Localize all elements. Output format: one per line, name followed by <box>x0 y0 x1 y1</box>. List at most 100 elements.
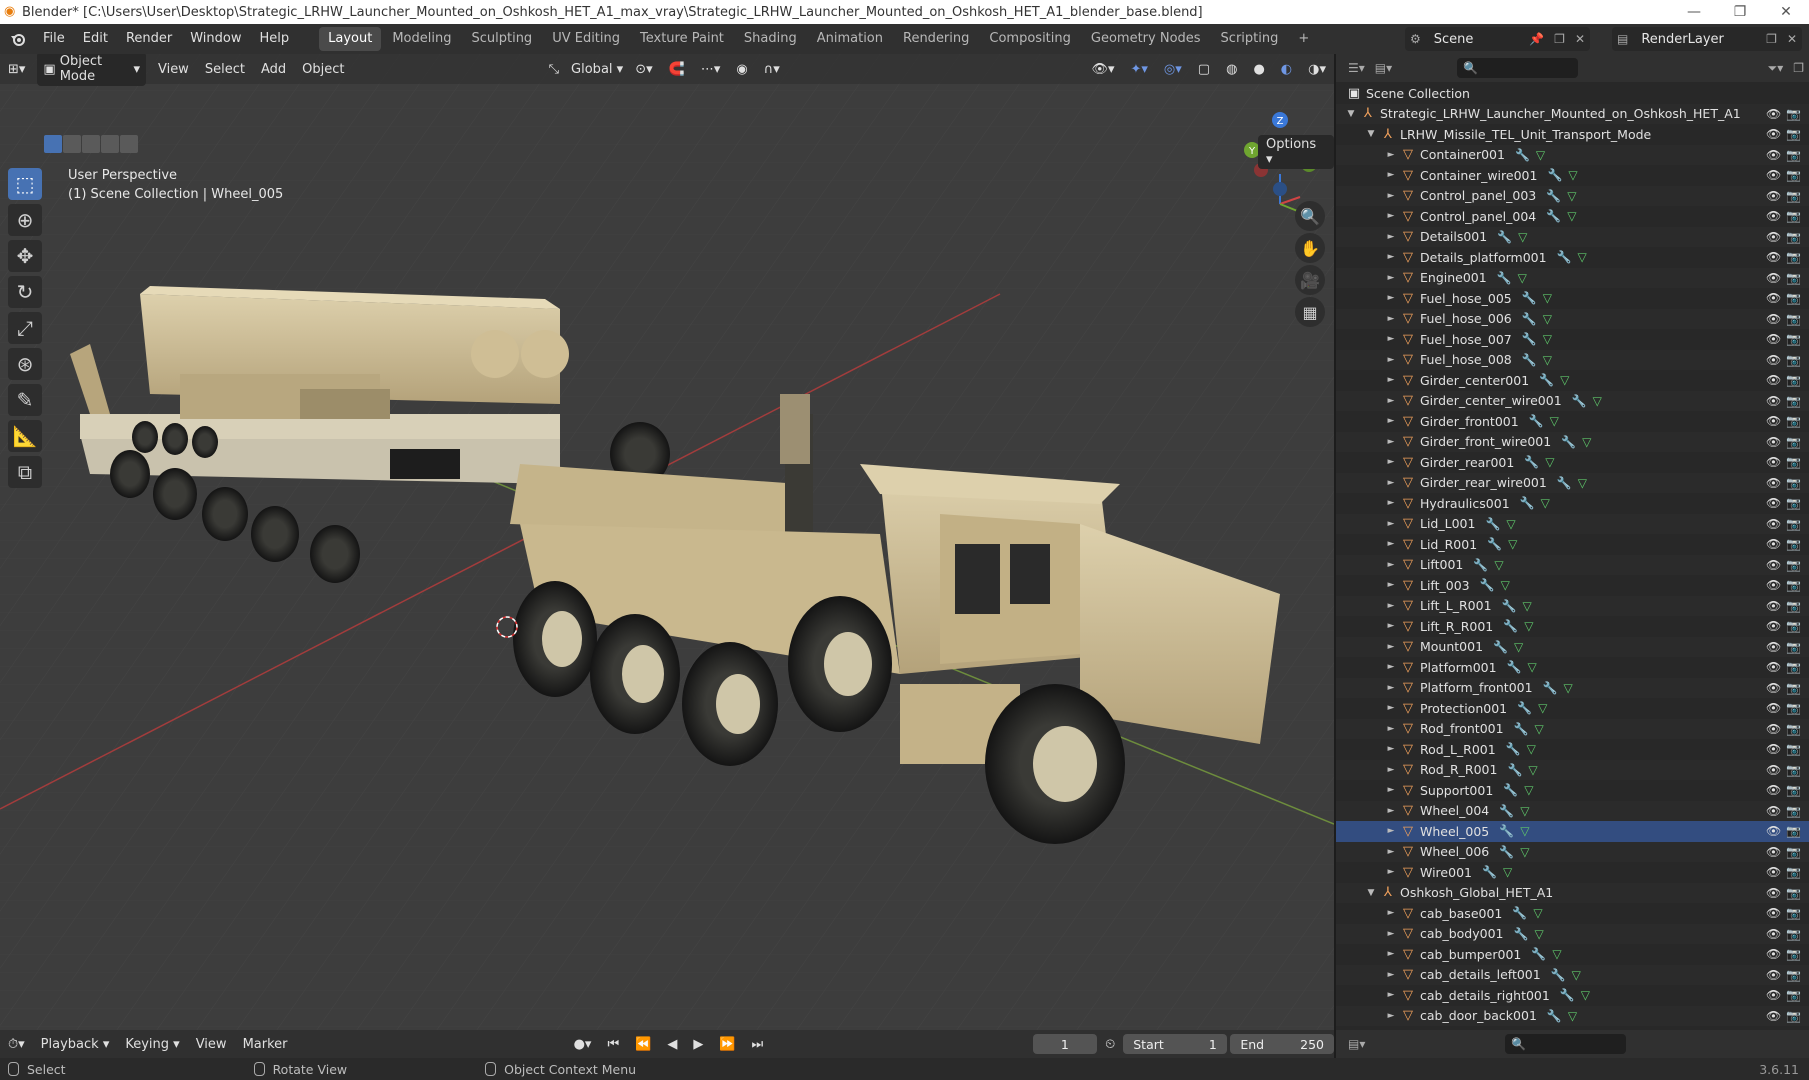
outliner-object-row[interactable]: ► ▽ cab_bumper001 🔧 ▽ 👁 📷 <box>1336 944 1809 965</box>
render-camera-icon[interactable]: 📷 <box>1786 476 1801 490</box>
display-mode-icon[interactable]: ▤▾ <box>1375 61 1392 75</box>
visibility-eye-icon[interactable]: 👁 <box>1766 927 1781 941</box>
mesh-data-icon[interactable]: ▽ <box>1568 1009 1577 1023</box>
mesh-object-icon[interactable]: ▽ <box>1400 700 1416 716</box>
expand-arrow-icon[interactable]: ► <box>1386 601 1396 611</box>
modifier-icon[interactable]: 🔧 <box>1522 353 1537 367</box>
expand-arrow-icon[interactable]: ► <box>1386 150 1396 160</box>
mesh-object-icon[interactable]: ▽ <box>1400 823 1416 839</box>
mesh-object-icon[interactable]: ▽ <box>1400 413 1416 429</box>
expand-arrow-icon[interactable]: ► <box>1386 560 1396 570</box>
expand-arrow-icon[interactable]: ► <box>1386 314 1396 324</box>
render-camera-icon[interactable]: 📷 <box>1786 927 1801 941</box>
move-tool-icon[interactable]: ✥ <box>8 240 42 272</box>
mesh-data-icon[interactable]: ▽ <box>1560 373 1569 387</box>
mesh-data-icon[interactable]: ▽ <box>1520 824 1529 838</box>
render-camera-icon[interactable]: 📷 <box>1786 537 1801 551</box>
overlay-toggle-icon[interactable]: ◎▾ <box>1156 62 1190 77</box>
pan-hand-icon[interactable]: ✋ <box>1295 233 1325 263</box>
select-subtract-icon[interactable] <box>82 135 100 153</box>
select-invert-icon[interactable] <box>101 135 119 153</box>
modifier-icon[interactable]: 🔧 <box>1497 230 1512 244</box>
outliner-object-row[interactable]: ► ▽ Girder_center_wire001 🔧 ▽ 👁 📷 <box>1336 390 1809 411</box>
mesh-data-icon[interactable]: ▽ <box>1501 578 1510 592</box>
mesh-data-icon[interactable]: ▽ <box>1572 968 1581 982</box>
visibility-eye-icon[interactable]: 👁 <box>1766 681 1781 695</box>
menu-select[interactable]: Select <box>197 62 253 77</box>
menu-timeline-view[interactable]: View <box>188 1037 235 1052</box>
expand-arrow-icon[interactable]: ► <box>1386 416 1396 426</box>
properties-search-input[interactable]: 🔍 <box>1505 1034 1627 1054</box>
modifier-icon[interactable]: 🔧 <box>1543 681 1558 695</box>
outliner-object-row[interactable]: ► ▽ Wire001 🔧 ▽ 👁 📷 <box>1336 862 1809 883</box>
visibility-eye-icon[interactable]: 👁 <box>1766 968 1781 982</box>
mesh-data-icon[interactable]: ▽ <box>1524 783 1533 797</box>
mesh-object-icon[interactable]: ▽ <box>1400 290 1416 306</box>
menu-view[interactable]: View <box>150 62 197 77</box>
empty-object-icon[interactable]: ⅄ <box>1360 106 1376 122</box>
modifier-icon[interactable]: 🔧 <box>1522 312 1537 326</box>
outliner-object-row[interactable]: ► ▽ Fuel_hose_006 🔧 ▽ 👁 📷 <box>1336 308 1809 329</box>
remove-layer-icon[interactable]: ✕ <box>1787 32 1797 46</box>
modifier-icon[interactable]: 🔧 <box>1507 763 1522 777</box>
expand-arrow-icon[interactable]: ► <box>1386 847 1396 857</box>
mesh-object-icon[interactable]: ▽ <box>1400 495 1416 511</box>
editor-type-icon[interactable]: ⊞▾ <box>0 62 33 77</box>
render-camera-icon[interactable]: 📷 <box>1786 619 1801 633</box>
modifier-icon[interactable]: 🔧 <box>1514 927 1529 941</box>
render-camera-icon[interactable]: 📷 <box>1786 373 1801 387</box>
tab-texture-paint[interactable]: Texture Paint <box>631 27 733 51</box>
duplicate-icon[interactable]: ❐ <box>1554 32 1565 46</box>
visibility-eye-icon[interactable]: 👁 <box>1766 496 1781 510</box>
visibility-eye-icon[interactable]: 👁 <box>1766 701 1781 715</box>
expand-arrow-icon[interactable]: ► <box>1386 806 1396 816</box>
mesh-object-icon[interactable]: ▽ <box>1400 721 1416 737</box>
visibility-eye-icon[interactable]: 👁 <box>1766 783 1781 797</box>
visibility-eye-icon[interactable]: 👁 <box>1766 824 1781 838</box>
render-camera-icon[interactable]: 📷 <box>1786 209 1801 223</box>
visibility-eye-icon[interactable]: 👁 <box>1766 742 1781 756</box>
modifier-icon[interactable]: 🔧 <box>1512 906 1527 920</box>
play-icon[interactable]: ▶ <box>685 1037 711 1052</box>
modifier-icon[interactable]: 🔧 <box>1506 742 1521 756</box>
mesh-object-icon[interactable]: ▽ <box>1400 782 1416 798</box>
outliner-editor-icon[interactable]: ☰▾ <box>1348 61 1365 75</box>
outliner-object-row[interactable]: ► ▽ Lift001 🔧 ▽ 👁 📷 <box>1336 554 1809 575</box>
mesh-object-icon[interactable]: ▽ <box>1400 454 1416 470</box>
modifier-icon[interactable]: 🔧 <box>1499 845 1514 859</box>
modifier-icon[interactable]: 🔧 <box>1503 619 1518 633</box>
visibility-eye-icon[interactable]: 👁 <box>1766 517 1781 531</box>
outliner-empty-row[interactable]: ▼ ⅄ Oshkosh_Global_HET_A1 👁 📷 <box>1336 882 1809 903</box>
expand-arrow-icon[interactable]: ► <box>1386 191 1396 201</box>
render-camera-icon[interactable]: 📷 <box>1786 353 1801 367</box>
annotate-tool-icon[interactable]: ✎ <box>8 384 42 416</box>
menu-edit[interactable]: Edit <box>74 24 117 54</box>
render-camera-icon[interactable]: 📷 <box>1786 660 1801 674</box>
tab-geometry-nodes[interactable]: Geometry Nodes <box>1082 27 1210 51</box>
render-camera-icon[interactable]: 📷 <box>1786 968 1801 982</box>
mesh-object-icon[interactable]: ▽ <box>1400 926 1416 942</box>
mesh-object-icon[interactable]: ▽ <box>1400 475 1416 491</box>
mesh-object-icon[interactable]: ▽ <box>1400 249 1416 265</box>
render-camera-icon[interactable]: 📷 <box>1786 701 1801 715</box>
mesh-data-icon[interactable]: ▽ <box>1508 537 1517 551</box>
mesh-object-icon[interactable]: ▽ <box>1400 331 1416 347</box>
outliner-object-row[interactable]: ► ▽ Platform001 🔧 ▽ 👁 📷 <box>1336 657 1809 678</box>
visibility-icon[interactable]: 👁▾ <box>1083 62 1122 77</box>
select-box-tool-icon[interactable]: ⬚ <box>8 168 42 200</box>
mesh-data-icon[interactable]: ▽ <box>1518 230 1527 244</box>
visibility-eye-icon[interactable]: 👁 <box>1766 1009 1781 1023</box>
perspective-toggle-icon[interactable]: ▦ <box>1295 297 1325 327</box>
transform-tool-icon[interactable]: ⊛ <box>8 348 42 380</box>
mesh-data-icon[interactable]: ▽ <box>1564 681 1573 695</box>
visibility-eye-icon[interactable]: 👁 <box>1766 804 1781 818</box>
scale-tool-icon[interactable]: ⤢ <box>8 312 42 344</box>
outliner-object-row[interactable]: ► ▽ Girder_front_wire001 🔧 ▽ 👁 📷 <box>1336 431 1809 452</box>
outliner-object-row[interactable]: ► ▽ Girder_rear_wire001 🔧 ▽ 👁 📷 <box>1336 472 1809 493</box>
snap-target-icon[interactable]: ⋯▾ <box>693 62 729 77</box>
outliner-object-row[interactable]: ► ▽ Protection001 🔧 ▽ 👁 📷 <box>1336 698 1809 719</box>
mesh-object-icon[interactable]: ▽ <box>1400 516 1416 532</box>
empty-object-icon[interactable]: ⅄ <box>1380 885 1396 901</box>
expand-arrow-icon[interactable]: ► <box>1386 355 1396 365</box>
visibility-eye-icon[interactable]: 👁 <box>1766 763 1781 777</box>
